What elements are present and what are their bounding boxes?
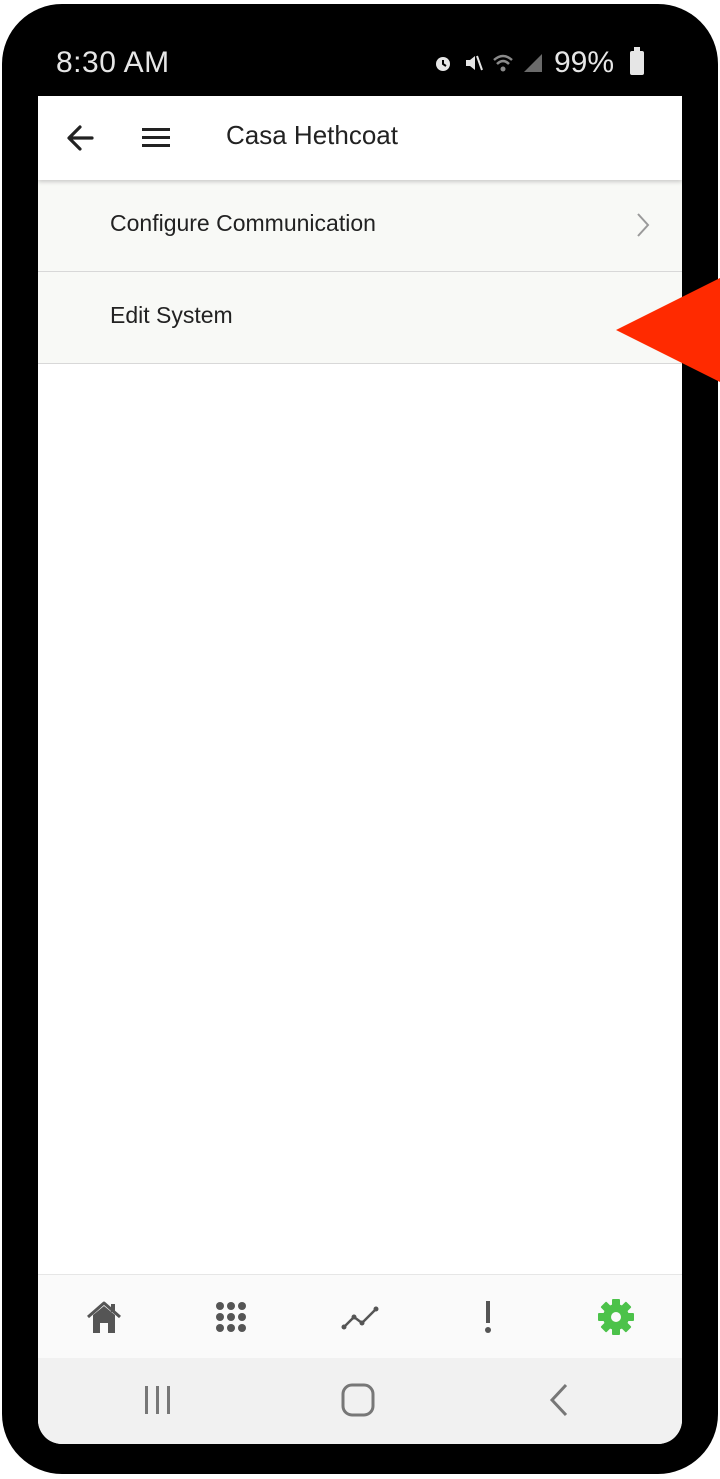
signal-icon	[523, 54, 542, 72]
settings-list: Configure Communication Edit System	[38, 180, 682, 364]
back-button[interactable]	[62, 120, 102, 156]
system-home-button[interactable]	[338, 1380, 378, 1420]
nav-item-grid[interactable]	[211, 1297, 251, 1337]
nav-item-trends[interactable]	[340, 1297, 380, 1337]
wifi-icon	[493, 54, 513, 72]
trend-line-icon	[341, 1306, 379, 1330]
home-icon	[87, 1301, 121, 1333]
recent-apps-icon	[145, 1386, 170, 1414]
exclamation-icon	[485, 1301, 491, 1333]
page-title: Casa Hethcoat	[226, 120, 398, 150]
arrow-left-icon	[67, 125, 94, 151]
status-right: 99%	[432, 46, 644, 80]
recent-apps-button[interactable]	[138, 1380, 178, 1420]
chevron-right-icon	[637, 213, 650, 237]
list-item-configure-communication[interactable]: Configure Communication	[38, 180, 682, 272]
status-time: 8:30 AM	[56, 46, 170, 79]
alarm-icon	[435, 57, 450, 71]
bottom-nav	[38, 1274, 682, 1360]
red-triangle-pointer-icon	[616, 278, 720, 382]
battery-icon	[630, 47, 644, 75]
nav-item-alerts[interactable]	[468, 1297, 508, 1337]
battery-percent: 99%	[553, 46, 614, 79]
app-screen: Casa Hethcoat Configure Communication Ed…	[38, 96, 682, 1444]
menu-button[interactable]	[138, 122, 174, 154]
list-item-label: Configure Communication	[110, 210, 376, 236]
back-chevron-icon	[549, 1383, 568, 1417]
hamburger-menu-icon	[142, 128, 170, 147]
mute-icon	[465, 55, 483, 71]
nav-item-home[interactable]	[84, 1297, 124, 1337]
list-item-label: Edit System	[110, 302, 233, 328]
system-back-button[interactable]	[540, 1380, 580, 1420]
app-bar: Casa Hethcoat	[38, 96, 682, 180]
status-bar: 8:30 AM 99%	[38, 40, 682, 90]
list-item-edit-system[interactable]: Edit System	[38, 272, 682, 364]
system-nav-bar	[38, 1358, 682, 1444]
status-icons	[432, 52, 544, 74]
home-button-icon	[341, 1383, 375, 1417]
grid-dots-icon	[216, 1302, 246, 1332]
nav-item-settings[interactable]	[596, 1297, 636, 1337]
gear-icon	[598, 1299, 634, 1335]
